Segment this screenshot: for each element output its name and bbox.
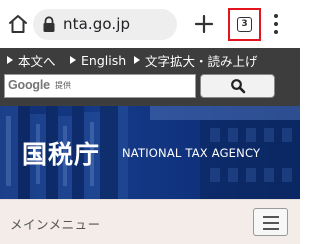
hero-banner: 国税庁 NATIONAL TAX AGENCY	[0, 106, 300, 199]
tab-switcher-highlight: 3	[228, 8, 261, 41]
google-logo: Google	[8, 78, 50, 92]
tab-switcher-button[interactable]: 3	[237, 17, 252, 32]
hamburger-button[interactable]	[253, 208, 288, 236]
plus-icon	[194, 14, 214, 34]
magnifier-icon	[230, 79, 245, 94]
address-bar[interactable]: nta.go.jp	[33, 9, 177, 40]
browser-toolbar: nta.go.jp 3	[0, 0, 300, 48]
english-link[interactable]: English	[70, 51, 126, 69]
more-vert-icon[interactable]	[271, 12, 281, 36]
main-menu-bar: メインメニュー	[0, 199, 300, 244]
url-text: nta.go.jp	[63, 15, 131, 33]
new-tab-button[interactable]	[192, 12, 216, 36]
main-menu-label: メインメニュー	[10, 217, 101, 232]
skip-to-content-link[interactable]: 本文へ	[7, 51, 56, 69]
tab-count: 3	[241, 19, 248, 29]
provided-label: 提供	[55, 81, 71, 90]
triangle-right-icon	[134, 56, 140, 64]
home-button[interactable]	[4, 10, 32, 38]
home-icon	[9, 15, 27, 33]
agency-title[interactable]: 国税庁	[22, 135, 100, 171]
text-size-reader-link[interactable]: 文字拡大・読み上げ	[134, 51, 258, 69]
site-header: 本文へ English 文字拡大・読み上げ Google 提供	[0, 48, 300, 106]
hamburger-icon	[263, 216, 279, 218]
utility-links: 本文へ English 文字拡大・読み上げ	[0, 48, 300, 72]
triangle-right-icon	[7, 56, 13, 64]
lock-icon[interactable]	[42, 16, 56, 33]
agency-subtitle: NATIONAL TAX AGENCY	[122, 146, 261, 160]
triangle-right-icon	[70, 56, 76, 64]
site-search-input[interactable]: Google 提供	[4, 74, 196, 98]
search-button[interactable]	[200, 74, 275, 98]
